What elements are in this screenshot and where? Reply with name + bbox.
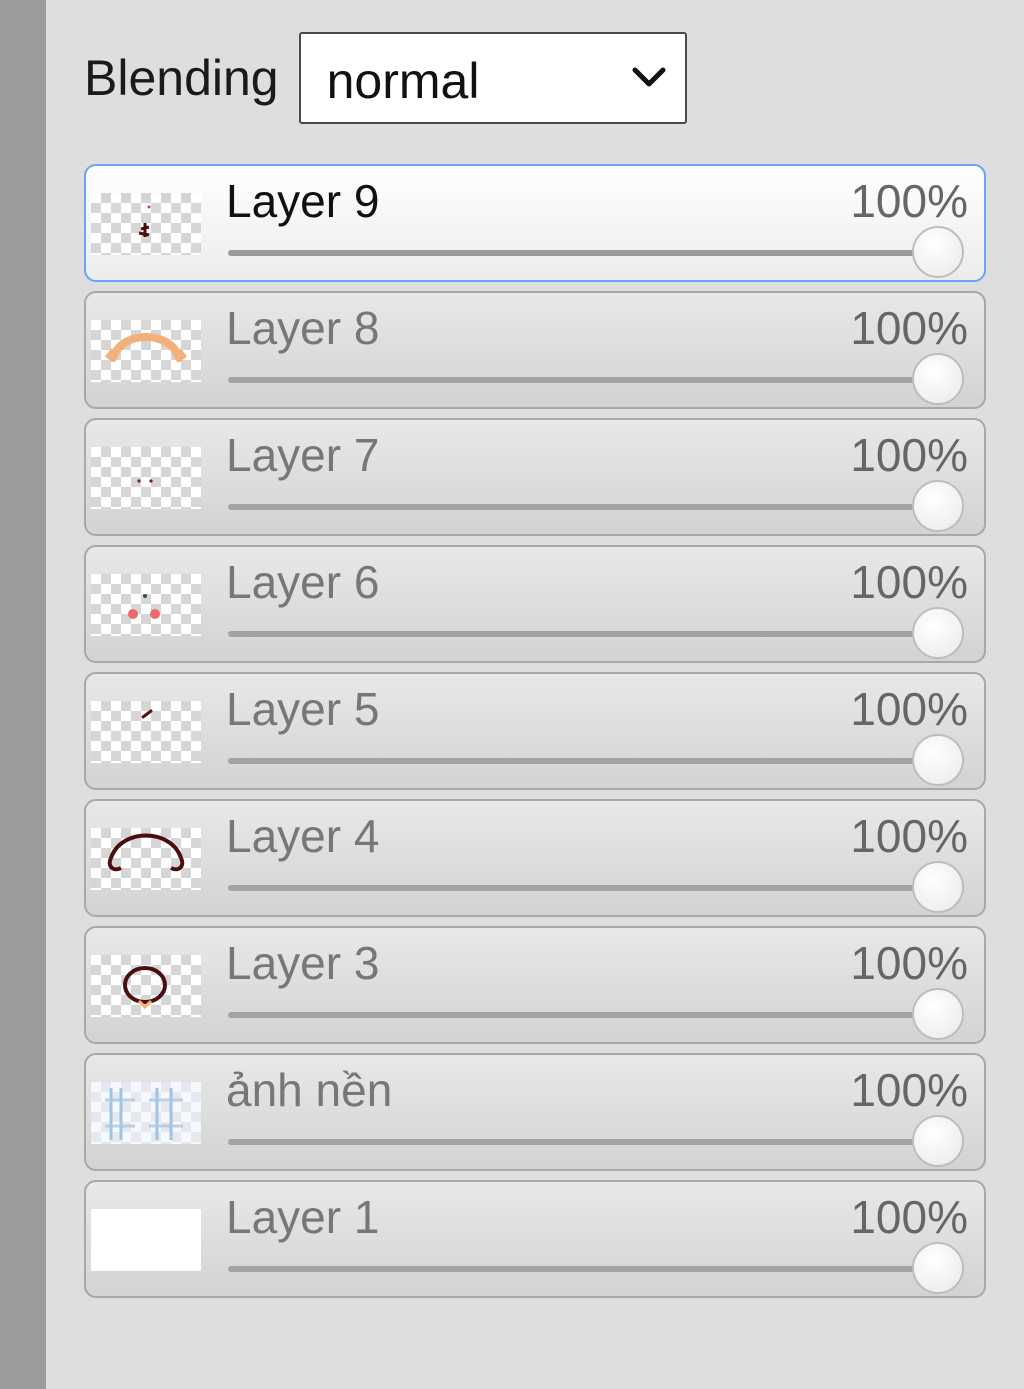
layer-row[interactable]: Layer 5 100% <box>84 672 986 790</box>
layer-row[interactable]: ảnh nền 100% <box>84 1053 986 1171</box>
layer-thumbnail <box>91 955 201 1017</box>
blending-label: Blending <box>84 50 279 106</box>
layer-thumbnail <box>91 193 201 255</box>
layer-thumbnail <box>91 320 201 382</box>
layer-opacity: 100% <box>850 1191 968 1243</box>
layer-name: Layer 7 <box>226 429 380 481</box>
opacity-slider-handle[interactable] <box>912 1115 964 1167</box>
opacity-slider-handle[interactable] <box>912 734 964 786</box>
layer-row[interactable]: Layer 8 100% <box>84 291 986 409</box>
blending-select-value: normal <box>326 53 480 109</box>
layer-row[interactable]: Layer 3 100% <box>84 926 986 1044</box>
opacity-slider-handle[interactable] <box>912 607 964 659</box>
layer-thumbnail <box>91 447 201 509</box>
layer-list: Layer 9 100% Layer 8 100% Layer 7 100% L… <box>84 164 986 1307</box>
layer-name: Layer 1 <box>226 1191 380 1243</box>
layers-panel: Blending normal Layer 9 100% Layer 8 100… <box>46 0 1024 1389</box>
opacity-slider-handle[interactable] <box>912 861 964 913</box>
opacity-slider-handle[interactable] <box>912 353 964 405</box>
layer-row[interactable]: Layer 6 100% <box>84 545 986 663</box>
opacity-slider-track[interactable] <box>228 885 940 891</box>
layer-opacity: 100% <box>850 810 968 862</box>
layer-name: Layer 9 <box>226 175 380 227</box>
layer-thumbnail <box>91 701 201 763</box>
opacity-slider-handle[interactable] <box>912 988 964 1040</box>
layer-name: ảnh nền <box>226 1064 393 1116</box>
opacity-slider-track[interactable] <box>228 1012 940 1018</box>
layer-row[interactable]: Layer 4 100% <box>84 799 986 917</box>
opacity-slider-track[interactable] <box>228 504 940 510</box>
layer-opacity: 100% <box>850 683 968 735</box>
layer-name: Layer 3 <box>226 937 380 989</box>
opacity-slider-track[interactable] <box>228 1139 940 1145</box>
layer-thumbnail <box>91 1209 201 1271</box>
layer-name: Layer 6 <box>226 556 380 608</box>
layer-opacity: 100% <box>850 302 968 354</box>
layer-row[interactable]: Layer 9 100% <box>84 164 986 282</box>
opacity-slider-track[interactable] <box>228 758 940 764</box>
opacity-slider-handle[interactable] <box>912 480 964 532</box>
opacity-slider-track[interactable] <box>228 1266 940 1272</box>
chevron-down-icon <box>632 67 666 87</box>
layer-opacity: 100% <box>850 1064 968 1116</box>
opacity-slider-track[interactable] <box>228 250 940 256</box>
layer-name: Layer 4 <box>226 810 380 862</box>
blending-row: Blending normal <box>84 30 687 126</box>
layer-opacity: 100% <box>850 175 968 227</box>
layer-thumbnail <box>91 574 201 636</box>
layer-thumbnail <box>91 1082 201 1144</box>
layer-opacity: 100% <box>850 429 968 481</box>
opacity-slider-track[interactable] <box>228 377 940 383</box>
layer-row[interactable]: Layer 7 100% <box>84 418 986 536</box>
layer-name: Layer 5 <box>226 683 380 735</box>
layer-row[interactable]: Layer 1 100% <box>84 1180 986 1298</box>
blending-select[interactable]: normal <box>298 32 687 124</box>
layer-name: Layer 8 <box>226 302 380 354</box>
opacity-slider-handle[interactable] <box>912 226 964 278</box>
opacity-slider-track[interactable] <box>228 631 940 637</box>
layer-opacity: 100% <box>850 937 968 989</box>
layer-thumbnail <box>91 828 201 890</box>
opacity-slider-handle[interactable] <box>912 1242 964 1294</box>
layer-opacity: 100% <box>850 556 968 608</box>
